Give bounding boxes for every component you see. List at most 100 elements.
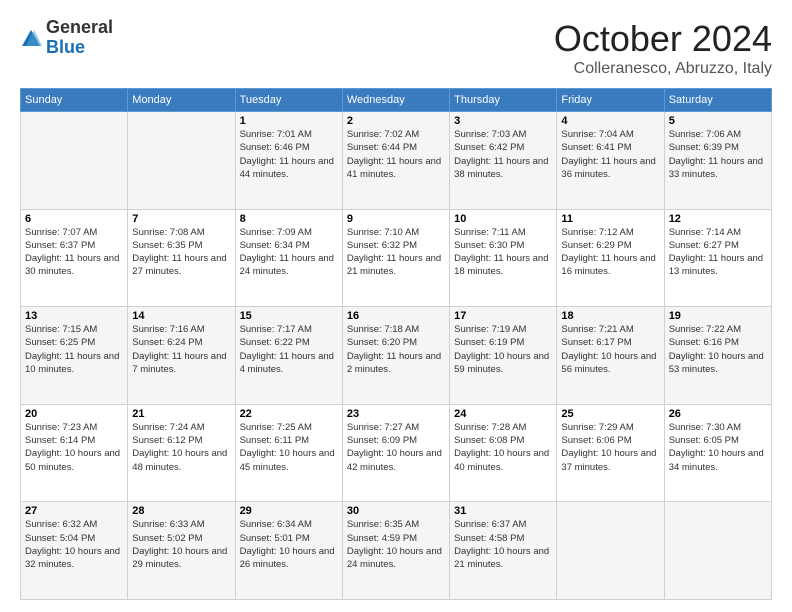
- calendar-cell: 6Sunrise: 7:07 AM Sunset: 6:37 PM Daylig…: [21, 209, 128, 307]
- week-row-4: 20Sunrise: 7:23 AM Sunset: 6:14 PM Dayli…: [21, 404, 772, 502]
- day-number: 10: [454, 213, 552, 225]
- week-row-2: 6Sunrise: 7:07 AM Sunset: 6:37 PM Daylig…: [21, 209, 772, 307]
- day-number: 7: [132, 213, 230, 225]
- day-number: 26: [669, 408, 767, 420]
- day-number: 28: [132, 505, 230, 517]
- calendar-cell: 7Sunrise: 7:08 AM Sunset: 6:35 PM Daylig…: [128, 209, 235, 307]
- day-info: Sunrise: 7:07 AM Sunset: 6:37 PM Dayligh…: [25, 226, 123, 279]
- logo: General Blue: [20, 18, 113, 58]
- day-info: Sunrise: 7:18 AM Sunset: 6:20 PM Dayligh…: [347, 323, 445, 376]
- calendar-cell: 14Sunrise: 7:16 AM Sunset: 6:24 PM Dayli…: [128, 307, 235, 405]
- calendar-cell: 31Sunrise: 6:37 AM Sunset: 4:58 PM Dayli…: [450, 502, 557, 600]
- day-number: 8: [240, 213, 338, 225]
- calendar-cell: 10Sunrise: 7:11 AM Sunset: 6:30 PM Dayli…: [450, 209, 557, 307]
- day-number: 5: [669, 115, 767, 127]
- calendar-cell: 24Sunrise: 7:28 AM Sunset: 6:08 PM Dayli…: [450, 404, 557, 502]
- day-number: 4: [561, 115, 659, 127]
- day-info: Sunrise: 6:32 AM Sunset: 5:04 PM Dayligh…: [25, 518, 123, 571]
- calendar-cell: 28Sunrise: 6:33 AM Sunset: 5:02 PM Dayli…: [128, 502, 235, 600]
- day-info: Sunrise: 6:33 AM Sunset: 5:02 PM Dayligh…: [132, 518, 230, 571]
- calendar-cell: 5Sunrise: 7:06 AM Sunset: 6:39 PM Daylig…: [664, 112, 771, 210]
- calendar-cell: 11Sunrise: 7:12 AM Sunset: 6:29 PM Dayli…: [557, 209, 664, 307]
- day-info: Sunrise: 7:28 AM Sunset: 6:08 PM Dayligh…: [454, 421, 552, 474]
- calendar-cell: 8Sunrise: 7:09 AM Sunset: 6:34 PM Daylig…: [235, 209, 342, 307]
- calendar-cell: 9Sunrise: 7:10 AM Sunset: 6:32 PM Daylig…: [342, 209, 449, 307]
- logo-icon: [20, 28, 42, 50]
- day-info: Sunrise: 7:03 AM Sunset: 6:42 PM Dayligh…: [454, 128, 552, 181]
- logo-general-text: General: [46, 18, 113, 38]
- day-info: Sunrise: 7:25 AM Sunset: 6:11 PM Dayligh…: [240, 421, 338, 474]
- calendar-cell: 17Sunrise: 7:19 AM Sunset: 6:19 PM Dayli…: [450, 307, 557, 405]
- calendar-cell: 21Sunrise: 7:24 AM Sunset: 6:12 PM Dayli…: [128, 404, 235, 502]
- day-number: 18: [561, 310, 659, 322]
- day-info: Sunrise: 7:17 AM Sunset: 6:22 PM Dayligh…: [240, 323, 338, 376]
- logo-text: General Blue: [46, 18, 113, 58]
- week-row-3: 13Sunrise: 7:15 AM Sunset: 6:25 PM Dayli…: [21, 307, 772, 405]
- day-info: Sunrise: 7:01 AM Sunset: 6:46 PM Dayligh…: [240, 128, 338, 181]
- day-number: 11: [561, 213, 659, 225]
- calendar-cell: 29Sunrise: 6:34 AM Sunset: 5:01 PM Dayli…: [235, 502, 342, 600]
- calendar-cell: 20Sunrise: 7:23 AM Sunset: 6:14 PM Dayli…: [21, 404, 128, 502]
- month-title: October 2024: [554, 18, 772, 60]
- header-wednesday: Wednesday: [342, 89, 449, 112]
- day-number: 27: [25, 505, 123, 517]
- location-title: Colleranesco, Abruzzo, Italy: [554, 60, 772, 78]
- day-info: Sunrise: 7:06 AM Sunset: 6:39 PM Dayligh…: [669, 128, 767, 181]
- calendar-cell: 18Sunrise: 7:21 AM Sunset: 6:17 PM Dayli…: [557, 307, 664, 405]
- day-info: Sunrise: 7:16 AM Sunset: 6:24 PM Dayligh…: [132, 323, 230, 376]
- day-number: 9: [347, 213, 445, 225]
- day-number: 25: [561, 408, 659, 420]
- day-number: 22: [240, 408, 338, 420]
- header-thursday: Thursday: [450, 89, 557, 112]
- day-info: Sunrise: 7:24 AM Sunset: 6:12 PM Dayligh…: [132, 421, 230, 474]
- calendar-cell: 23Sunrise: 7:27 AM Sunset: 6:09 PM Dayli…: [342, 404, 449, 502]
- calendar-cell: 2Sunrise: 7:02 AM Sunset: 6:44 PM Daylig…: [342, 112, 449, 210]
- calendar-cell: [664, 502, 771, 600]
- day-number: 2: [347, 115, 445, 127]
- calendar-cell: 3Sunrise: 7:03 AM Sunset: 6:42 PM Daylig…: [450, 112, 557, 210]
- logo-blue-text: Blue: [46, 38, 113, 58]
- calendar-table: Sunday Monday Tuesday Wednesday Thursday…: [20, 88, 772, 600]
- day-info: Sunrise: 6:34 AM Sunset: 5:01 PM Dayligh…: [240, 518, 338, 571]
- day-number: 20: [25, 408, 123, 420]
- day-info: Sunrise: 7:23 AM Sunset: 6:14 PM Dayligh…: [25, 421, 123, 474]
- day-number: 17: [454, 310, 552, 322]
- day-number: 3: [454, 115, 552, 127]
- day-number: 31: [454, 505, 552, 517]
- day-number: 13: [25, 310, 123, 322]
- day-number: 15: [240, 310, 338, 322]
- day-number: 29: [240, 505, 338, 517]
- calendar-cell: [128, 112, 235, 210]
- day-number: 24: [454, 408, 552, 420]
- day-number: 21: [132, 408, 230, 420]
- week-row-5: 27Sunrise: 6:32 AM Sunset: 5:04 PM Dayli…: [21, 502, 772, 600]
- calendar-cell: 30Sunrise: 6:35 AM Sunset: 4:59 PM Dayli…: [342, 502, 449, 600]
- calendar-cell: 27Sunrise: 6:32 AM Sunset: 5:04 PM Dayli…: [21, 502, 128, 600]
- day-info: Sunrise: 7:09 AM Sunset: 6:34 PM Dayligh…: [240, 226, 338, 279]
- header-monday: Monday: [128, 89, 235, 112]
- day-number: 30: [347, 505, 445, 517]
- calendar-cell: 15Sunrise: 7:17 AM Sunset: 6:22 PM Dayli…: [235, 307, 342, 405]
- calendar-cell: 25Sunrise: 7:29 AM Sunset: 6:06 PM Dayli…: [557, 404, 664, 502]
- header-sunday: Sunday: [21, 89, 128, 112]
- day-info: Sunrise: 7:10 AM Sunset: 6:32 PM Dayligh…: [347, 226, 445, 279]
- calendar-cell: 22Sunrise: 7:25 AM Sunset: 6:11 PM Dayli…: [235, 404, 342, 502]
- day-info: Sunrise: 6:35 AM Sunset: 4:59 PM Dayligh…: [347, 518, 445, 571]
- calendar-cell: 19Sunrise: 7:22 AM Sunset: 6:16 PM Dayli…: [664, 307, 771, 405]
- weekday-header-row: Sunday Monday Tuesday Wednesday Thursday…: [21, 89, 772, 112]
- header: General Blue October 2024 Colleranesco, …: [20, 18, 772, 78]
- day-info: Sunrise: 7:12 AM Sunset: 6:29 PM Dayligh…: [561, 226, 659, 279]
- day-info: Sunrise: 7:04 AM Sunset: 6:41 PM Dayligh…: [561, 128, 659, 181]
- week-row-1: 1Sunrise: 7:01 AM Sunset: 6:46 PM Daylig…: [21, 112, 772, 210]
- day-number: 12: [669, 213, 767, 225]
- title-area: October 2024 Colleranesco, Abruzzo, Ital…: [554, 18, 772, 78]
- day-info: Sunrise: 7:08 AM Sunset: 6:35 PM Dayligh…: [132, 226, 230, 279]
- calendar-cell: 13Sunrise: 7:15 AM Sunset: 6:25 PM Dayli…: [21, 307, 128, 405]
- day-number: 16: [347, 310, 445, 322]
- header-tuesday: Tuesday: [235, 89, 342, 112]
- day-info: Sunrise: 7:27 AM Sunset: 6:09 PM Dayligh…: [347, 421, 445, 474]
- day-info: Sunrise: 7:02 AM Sunset: 6:44 PM Dayligh…: [347, 128, 445, 181]
- header-friday: Friday: [557, 89, 664, 112]
- header-saturday: Saturday: [664, 89, 771, 112]
- day-info: Sunrise: 6:37 AM Sunset: 4:58 PM Dayligh…: [454, 518, 552, 571]
